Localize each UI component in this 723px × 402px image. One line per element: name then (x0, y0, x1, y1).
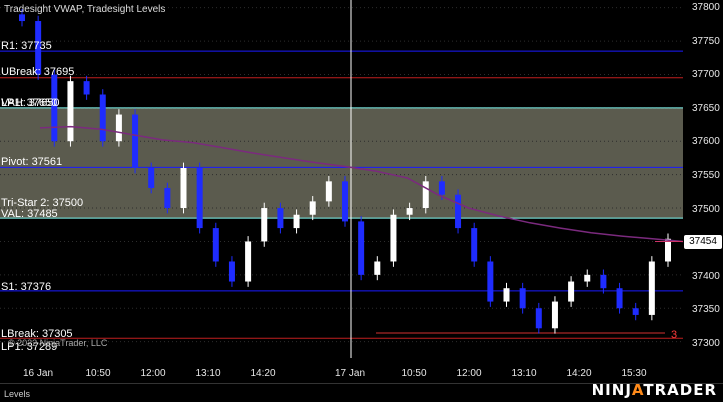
candle-body (67, 81, 74, 142)
price-chart[interactable] (0, 0, 723, 402)
candle-body (471, 228, 478, 262)
candle-body (584, 274, 591, 282)
candle-body (164, 188, 171, 209)
level-label-ubreak: UBreak: 37695 (1, 66, 75, 78)
brand-text: NINJ (591, 381, 632, 399)
y-tick-label: 37700 (692, 69, 720, 80)
candle-body (83, 81, 90, 95)
y-tick-label: 37650 (692, 103, 720, 114)
candle-body (309, 201, 316, 215)
y-tick-label: 37400 (692, 271, 720, 282)
candle-body (99, 94, 106, 142)
candle-body (455, 194, 462, 229)
candle-body (390, 214, 397, 262)
candle-body (196, 167, 203, 229)
candle-body (19, 14, 25, 22)
candle-body (115, 114, 122, 142)
candle-body (132, 114, 139, 168)
candle-body (261, 208, 268, 242)
candle-body (293, 214, 300, 229)
y-tick-label: 37300 (692, 338, 720, 349)
candle-body (180, 167, 187, 209)
x-tick-label: 15:30 (621, 368, 647, 379)
y-tick-label: 37750 (692, 36, 720, 47)
x-tick-label: 13:10 (511, 368, 537, 379)
copyright-text: © 2022 NinjaTrader, LLC (8, 338, 108, 348)
tab-levels[interactable]: Levels (4, 389, 30, 399)
candle-body (519, 288, 526, 309)
x-tick-label: 10:50 (85, 368, 111, 379)
candle-body (665, 238, 671, 262)
candle-body (600, 274, 607, 289)
y-tick-label: 37350 (692, 304, 720, 315)
candle-body (568, 281, 575, 302)
indicator-title: Tradesight VWAP, Tradesight Levels (4, 4, 166, 15)
candle-body (245, 241, 252, 282)
candle-body (358, 221, 365, 275)
x-tick-label: 12:00 (456, 368, 482, 379)
candle-body (632, 308, 639, 315)
candle-body (422, 181, 429, 209)
candle-body (438, 181, 445, 195)
x-tick-label: 14:20 (566, 368, 592, 379)
x-tick-label: 14:20 (250, 368, 276, 379)
x-tick-label: 10:50 (401, 368, 427, 379)
candle-body (228, 261, 235, 282)
candle-body (148, 167, 155, 189)
level-label-val: VAL: 37485 (1, 208, 58, 220)
candle-body (212, 228, 219, 262)
level-label-lp1-upper: LP1: 37650 (1, 97, 58, 109)
candle-body (648, 261, 655, 315)
ninjatrader-logo: NINJATRADER (592, 381, 717, 399)
candle-body (503, 288, 510, 302)
candle-body (374, 261, 381, 275)
candle-body (325, 181, 332, 202)
x-tick-label: 12:00 (140, 368, 166, 379)
x-tick-label: 13:10 (195, 368, 221, 379)
chart-window: Tradesight VWAP, Tradesight Levels R1: 3… (0, 0, 723, 402)
level-label-s1: S1: 37376 (1, 281, 52, 293)
candle-body (277, 208, 284, 229)
candle-body (487, 261, 494, 302)
current-price-badge: 37454 (684, 235, 722, 249)
level-count-label: 3 (671, 329, 678, 341)
candle-body (616, 288, 623, 309)
candle-body (551, 301, 558, 329)
y-tick-label: 37500 (692, 204, 720, 215)
x-tick-label: 16 Jan (22, 368, 54, 379)
x-tick-label: 17 Jan (334, 368, 366, 379)
y-tick-label: 37600 (692, 136, 720, 147)
y-tick-label: 37800 (692, 2, 720, 13)
candle-body (406, 208, 413, 215)
candle-body (535, 308, 542, 329)
level-label-r1: R1: 37735 (1, 40, 52, 52)
y-tick-label: 37550 (692, 170, 720, 181)
brand-text: TRADER (643, 381, 717, 399)
candle-body (342, 181, 348, 222)
brand-accent: A (631, 381, 644, 399)
level-label-pivot: Pivot: 37561 (1, 156, 63, 168)
